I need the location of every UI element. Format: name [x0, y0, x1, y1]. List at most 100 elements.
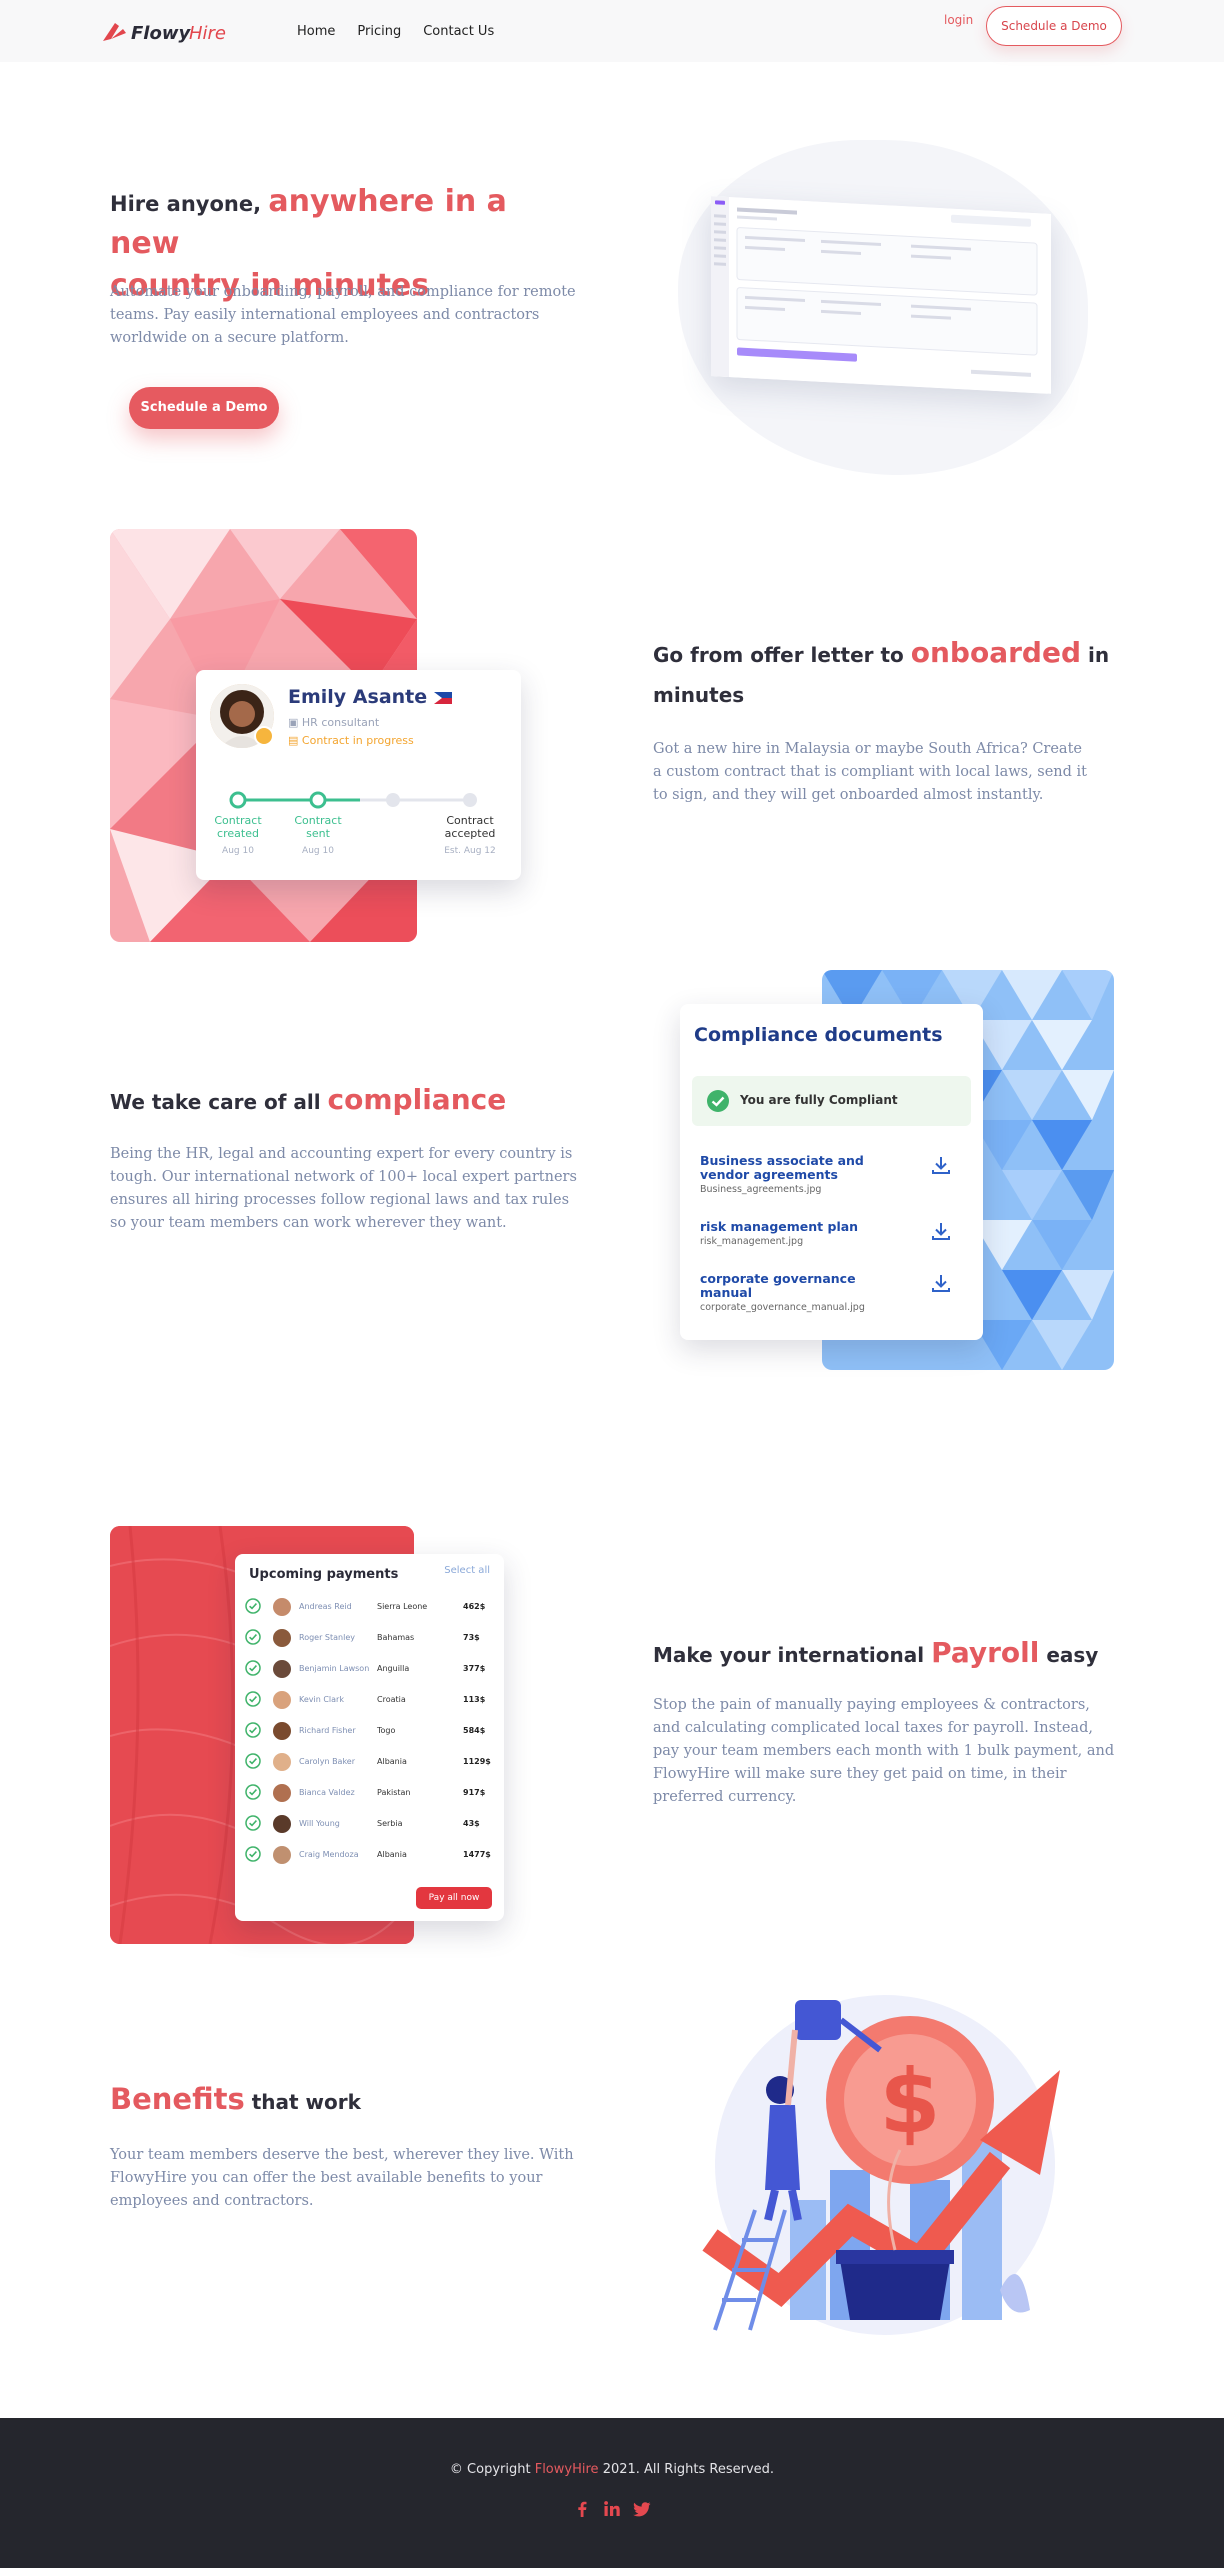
benefits-title: Benefits that work	[110, 2079, 510, 2122]
payment-row[interactable]: Roger Stanley Bahamas 73$	[245, 1627, 495, 1649]
check-circle-icon[interactable]	[245, 1753, 261, 1769]
svg-text:Hire: Hire	[189, 23, 226, 44]
nav-pricing[interactable]: Pricing	[357, 24, 401, 39]
login-link[interactable]: login	[944, 13, 973, 27]
payroll-body: Stop the pain of manually paying employe…	[653, 1697, 1115, 1805]
svg-text:$: $	[879, 2050, 940, 2153]
in-progress-badge-icon	[254, 726, 274, 746]
payee-name: Kevin Clark	[299, 1695, 344, 1704]
document-name: risk management plan	[700, 1219, 859, 1234]
check-circle-icon[interactable]	[245, 1722, 261, 1738]
step-label-sent: Contract sent	[294, 814, 342, 840]
download-icon[interactable]	[930, 1220, 952, 1242]
payment-row[interactable]: Will Young Serbia 43$	[245, 1813, 495, 1835]
benefits-title-accent: Benefits	[110, 2082, 245, 2116]
employee-card: Emily Asante ▣ HR consultant ▤ Contract …	[196, 670, 521, 880]
contract-progress: Contract created Aug 10 Contract sent Au…	[214, 790, 500, 870]
payment-row[interactable]: Bianca Valdez Pakistan 917$	[245, 1782, 495, 1804]
hero-schedule-demo-button[interactable]: Schedule a Demo	[129, 387, 279, 429]
payroll-title-post: easy	[1046, 1643, 1099, 1667]
document-file: risk_management.jpg	[700, 1236, 804, 1247]
payroll-title-accent: Payroll	[931, 1636, 1040, 1669]
payment-row[interactable]: Richard Fisher Togo 584$	[245, 1720, 495, 1742]
hero-body: Automate your onboarding, payroll, and c…	[110, 284, 576, 346]
check-circle-icon[interactable]	[245, 1660, 261, 1676]
payment-amount: 584$	[463, 1726, 486, 1735]
payment-amount: 73$	[463, 1633, 480, 1642]
avatar	[273, 1722, 291, 1740]
payee-country: Croatia	[377, 1695, 406, 1704]
payroll-title-pre: Make your international	[653, 1643, 925, 1667]
onboard-title-post: in	[1087, 643, 1110, 667]
payment-row[interactable]: Andreas Reid Sierra Leone 462$	[245, 1596, 495, 1618]
payment-row[interactable]: Carolyn Baker Albania 1129$	[245, 1751, 495, 1773]
payment-row[interactable]: Craig Mendoza Albania 1477$	[245, 1844, 495, 1866]
compliant-status-text: You are fully Compliant	[740, 1093, 898, 1107]
check-circle-icon[interactable]	[245, 1815, 261, 1831]
payee-name: Craig Mendoza	[299, 1850, 359, 1859]
dashboard-screenshot	[711, 196, 1051, 394]
payee-name: Roger Stanley	[299, 1633, 355, 1642]
nav-contact-us[interactable]: Contact Us	[423, 24, 494, 39]
compliant-status: You are fully Compliant	[692, 1076, 971, 1126]
payee-name: Richard Fisher	[299, 1726, 356, 1735]
onboard-title-accent: onboarded	[910, 636, 1081, 669]
nav-home[interactable]: Home	[297, 24, 335, 39]
onboard-body: Got a new hire in Malaysia or maybe Sout…	[653, 741, 1088, 803]
main-nav: Home Pricing Contact Us	[297, 24, 494, 39]
payee-country: Bahamas	[377, 1633, 415, 1642]
payee-name: Benjamin Lawson	[299, 1664, 370, 1673]
download-icon[interactable]	[930, 1154, 952, 1176]
upcoming-payments-card: Upcoming payments Select all Andreas Rei…	[235, 1554, 504, 1921]
payee-country: Anguilla	[377, 1664, 410, 1673]
payment-row[interactable]: Benjamin Lawson Anguilla 377$	[245, 1658, 495, 1680]
step-label-accepted: Contract accepted	[444, 814, 496, 840]
copyright: © Copyright FlowyHire 2021. All Rights R…	[0, 2462, 1224, 2477]
social-links	[572, 2499, 652, 2519]
header-schedule-demo-button[interactable]: Schedule a Demo	[986, 6, 1122, 46]
document-item[interactable]: risk management plan risk_management.jpg	[700, 1220, 960, 1247]
payment-row[interactable]: Kevin Clark Croatia 113$	[245, 1689, 495, 1711]
check-circle-icon[interactable]	[245, 1629, 261, 1645]
avatar	[273, 1660, 291, 1678]
facebook-icon[interactable]	[572, 2499, 592, 2519]
payee-country: Togo	[377, 1726, 396, 1735]
employee-name: Emily Asante	[288, 686, 452, 708]
document-item[interactable]: corporate governance manual corporate_go…	[700, 1272, 960, 1313]
payee-name: Andreas Reid	[299, 1602, 352, 1611]
compliance-title: We take care of all compliance	[110, 1080, 610, 1122]
check-circle-icon[interactable]	[245, 1598, 261, 1614]
flowyhire-logo[interactable]: Flowy Hire	[101, 17, 261, 47]
check-circle-icon	[707, 1090, 729, 1112]
compliance-body: Being the HR, legal and accounting exper…	[110, 1146, 577, 1231]
check-circle-icon[interactable]	[245, 1784, 261, 1800]
select-all-link[interactable]: Select all	[444, 1565, 490, 1576]
site-footer: © Copyright FlowyHire 2021. All Rights R…	[0, 2418, 1224, 2568]
site-header: Flowy Hire Home Pricing Contact Us login…	[0, 0, 1224, 62]
twitter-icon[interactable]	[632, 2499, 652, 2519]
avatar	[273, 1753, 291, 1771]
compliance-title-pre: We take care of all	[110, 1090, 321, 1114]
payee-name: Bianca Valdez	[299, 1788, 355, 1797]
step-label-created: Contract created	[214, 814, 262, 840]
copyright-pre: © Copyright	[449, 2462, 531, 2477]
document-item[interactable]: Business associate and vendor agreements…	[700, 1154, 960, 1195]
avatar	[273, 1691, 291, 1709]
step-date-sent: Aug 10	[302, 846, 334, 856]
employee-role: ▣ HR consultant	[288, 716, 379, 729]
payee-country: Albania	[377, 1757, 407, 1766]
compliance-title-accent: compliance	[327, 1083, 507, 1116]
payment-amount: 377$	[463, 1664, 486, 1673]
linkedin-icon[interactable]	[602, 2499, 622, 2519]
contract-status-text: Contract in progress	[301, 734, 414, 747]
pay-all-now-button[interactable]: Pay all now	[416, 1887, 492, 1909]
payment-amount: 1129$	[463, 1757, 491, 1766]
download-icon[interactable]	[930, 1272, 952, 1294]
check-circle-icon[interactable]	[245, 1691, 261, 1707]
check-circle-icon[interactable]	[245, 1846, 261, 1862]
benefits-illustration: $	[702, 1995, 1060, 2335]
payee-name: Carolyn Baker	[299, 1757, 356, 1766]
onboard-title: Go from offer letter to onboarded in min…	[653, 633, 1123, 715]
copyright-brand[interactable]: FlowyHire	[535, 2462, 599, 2477]
avatar	[273, 1815, 291, 1833]
